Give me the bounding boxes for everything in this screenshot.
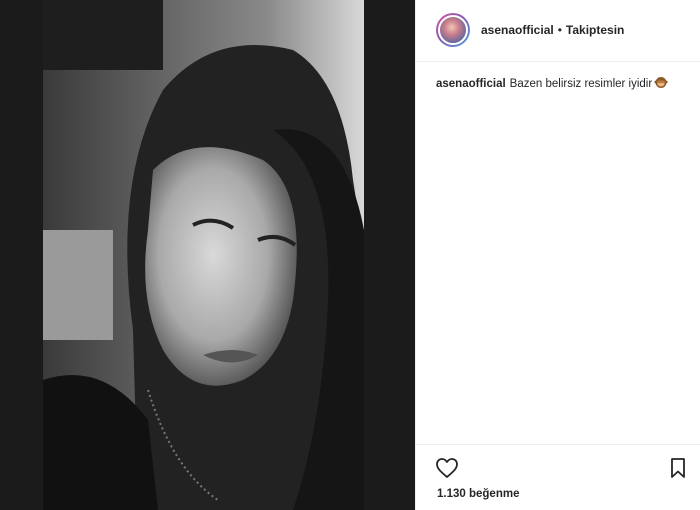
separator-dot: • bbox=[557, 23, 562, 37]
header-text: asenaofficial • Takiptesin bbox=[481, 23, 624, 37]
follow-status[interactable]: Takiptesin bbox=[566, 23, 624, 37]
caption-text: Bazen belirsiz resimler iyidir bbox=[509, 78, 653, 90]
likes-count[interactable]: 1.130 beğenme bbox=[437, 488, 519, 500]
post-info-pane: asenaofficial • Takiptesin asenaofficial Ba… bbox=[415, 0, 700, 510]
media-pane bbox=[0, 0, 415, 510]
likes-label: beğenme bbox=[468, 488, 520, 500]
see-no-evil-monkey-icon bbox=[654, 75, 668, 94]
bookmark-icon bbox=[671, 458, 685, 478]
avatar[interactable] bbox=[436, 13, 470, 47]
post-actions: 1.130 beğenme bbox=[416, 444, 700, 510]
likes-number: 1.130 bbox=[437, 488, 466, 500]
caption-username[interactable]: asenaofficial bbox=[436, 78, 506, 90]
like-button[interactable] bbox=[435, 457, 459, 479]
caption: asenaofficial Bazen belirsiz resimler iyi… bbox=[436, 75, 691, 94]
post-photo[interactable] bbox=[43, 0, 364, 510]
heart-icon bbox=[436, 458, 458, 478]
save-button[interactable] bbox=[669, 457, 687, 479]
post-header: asenaofficial • Takiptesin bbox=[416, 0, 700, 62]
username-link[interactable]: asenaofficial bbox=[481, 23, 554, 37]
